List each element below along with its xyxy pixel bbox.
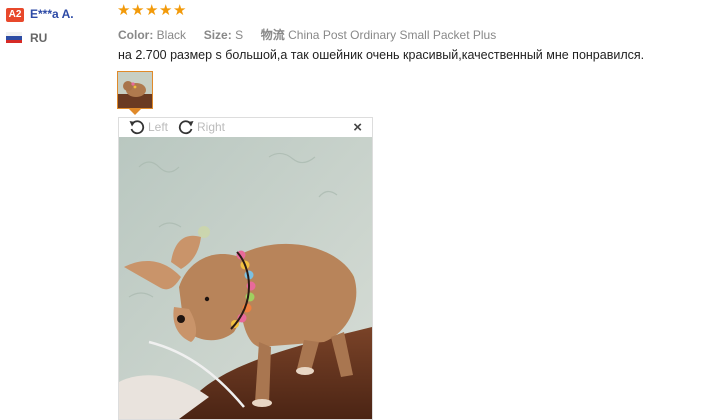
color-label: Color: xyxy=(118,28,154,42)
photo-viewer: Left Right × xyxy=(118,117,373,420)
review-photo-thumbnail[interactable] xyxy=(117,71,153,109)
thumbnail-photo xyxy=(118,72,152,108)
shipping-value: China Post Ordinary Small Packet Plus xyxy=(288,28,497,42)
rotate-left-label: Left xyxy=(148,120,169,134)
buyer-level-badge: A2 xyxy=(6,8,24,22)
russia-flag-icon xyxy=(6,32,22,43)
star-icon: ★ xyxy=(131,2,145,19)
viewer-toolbar: Left Right × xyxy=(119,118,372,137)
star-icon: ★ xyxy=(159,2,173,19)
close-viewer-button[interactable]: × xyxy=(353,119,362,136)
star-icon: ★ xyxy=(145,2,159,19)
review-text: на 2.700 размер s большой,а так ошейник … xyxy=(118,48,645,62)
review-photo-large xyxy=(119,137,372,419)
reviewer-name: E***a A. xyxy=(30,7,74,21)
size-label: Size: xyxy=(203,28,232,42)
rotate-right-button[interactable]: Right xyxy=(177,119,225,135)
rotate-left-icon xyxy=(129,120,145,135)
star-rating: ★ ★ ★ ★ ★ xyxy=(117,2,187,19)
star-icon: ★ xyxy=(173,2,187,19)
rotate-right-label: Right xyxy=(197,120,226,134)
reviewer-country: RU xyxy=(30,31,48,45)
rotate-left-button[interactable]: Left xyxy=(128,119,168,135)
size-value: S xyxy=(235,28,244,42)
rotate-right-icon xyxy=(178,120,194,135)
shipping-label: 物流 xyxy=(260,28,285,42)
order-attributes: Color: Black Size: S 物流 China Post Ordin… xyxy=(118,26,496,43)
dog-photo xyxy=(119,137,372,419)
thumbnail-pointer xyxy=(129,109,141,115)
star-icon: ★ xyxy=(117,2,131,19)
color-value: Black xyxy=(156,28,187,42)
